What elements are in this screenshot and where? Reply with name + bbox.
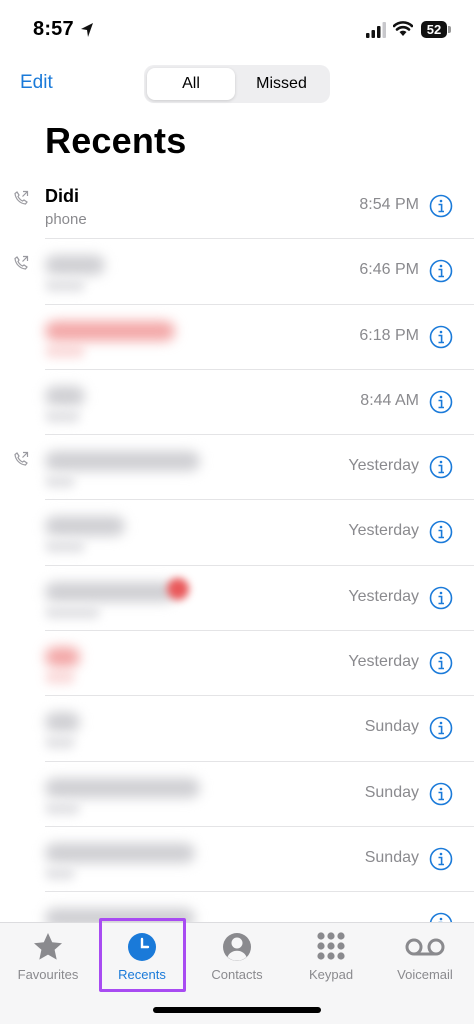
call-type-label: phone — [45, 211, 87, 228]
call-time: Sunday — [364, 783, 419, 801]
cellular-signal-icon — [366, 22, 386, 38]
call-time: Yesterday — [348, 653, 419, 671]
blurred-contact-name — [45, 255, 105, 276]
outgoing-call-icon — [14, 452, 29, 466]
blurred-contact-name — [45, 842, 195, 863]
recent-call-row[interactable]: Yesterday — [0, 566, 474, 632]
info-icon[interactable] — [429, 651, 453, 675]
person-icon — [223, 933, 251, 961]
call-time: 6:46 PM — [359, 261, 419, 279]
blurred-contact-name — [45, 712, 80, 733]
recent-call-row[interactable]: Yesterday — [0, 435, 474, 501]
blurred-call-type — [45, 605, 100, 619]
info-icon[interactable] — [429, 194, 453, 218]
recent-call-row[interactable]: Sunday — [0, 696, 474, 762]
battery-level: 52 — [421, 21, 447, 38]
blurred-call-type — [45, 736, 75, 750]
tab-label-voicemail: Voicemail — [397, 967, 453, 982]
recent-call-row[interactable]: Yesterday — [0, 631, 474, 697]
info-icon[interactable] — [429, 782, 453, 806]
recent-call-row[interactable]: Didi phone 8:54 PM — [0, 174, 474, 240]
info-icon[interactable] — [429, 586, 453, 610]
recent-call-row[interactable]: 6:18 PM — [0, 305, 474, 371]
home-indicator[interactable] — [153, 1007, 321, 1013]
call-time: 6:18 PM — [359, 326, 419, 344]
recents-list: Didi phone 8:54 PM 6:46 PM 6:18 PM 8:44 AM Yes… — [0, 174, 474, 958]
blurred-call-type — [45, 344, 85, 358]
tab-keypad[interactable]: Keypad — [284, 923, 378, 991]
blurred-contact-name — [45, 581, 175, 602]
recent-call-row[interactable]: Yesterday — [0, 500, 474, 567]
battery-icon: 52 — [421, 21, 451, 38]
call-time: Yesterday — [348, 522, 419, 540]
filter-segmented-control: All Missed — [144, 65, 330, 103]
info-icon[interactable] — [429, 520, 453, 544]
wifi-icon — [393, 21, 413, 36]
recent-call-row[interactable]: Sunday — [0, 762, 474, 828]
segment-all[interactable]: All — [147, 68, 235, 100]
blurred-contact-name — [45, 385, 85, 406]
blurred-contact-name — [45, 777, 200, 798]
call-time: 8:44 AM — [360, 391, 419, 409]
blurred-call-type — [45, 540, 85, 554]
blurred-call-type — [45, 801, 80, 815]
outgoing-call-icon — [14, 256, 29, 270]
recents-tab-highlight — [99, 918, 186, 992]
voicemail-icon — [405, 938, 445, 956]
edit-button[interactable]: Edit — [20, 72, 53, 94]
outgoing-call-icon — [14, 190, 29, 205]
info-icon[interactable] — [429, 325, 453, 349]
tab-contacts[interactable]: Contacts — [190, 923, 284, 991]
blurred-call-type — [45, 279, 85, 293]
blurred-call-type — [45, 475, 75, 489]
tab-voicemail[interactable]: Voicemail — [378, 923, 472, 991]
star-icon — [34, 933, 62, 960]
page-title: Recents — [45, 120, 187, 161]
blurred-contact-name — [45, 320, 175, 341]
info-icon[interactable] — [429, 716, 453, 740]
recent-call-row[interactable]: Sunday — [0, 827, 474, 893]
call-time: 8:54 PM — [359, 196, 419, 213]
blurred-call-type — [45, 671, 75, 685]
call-time: Sunday — [364, 848, 419, 866]
blurred-call-type — [45, 409, 80, 423]
status-bar: 8:57 52 — [0, 0, 474, 62]
segment-missed[interactable]: Missed — [236, 68, 327, 100]
location-arrow-icon — [81, 23, 93, 37]
info-icon[interactable] — [429, 390, 453, 414]
blurred-contact-name — [45, 516, 125, 537]
call-time: Sunday — [364, 718, 419, 736]
contact-name: Didi — [45, 186, 79, 206]
tab-label-favourites: Favourites — [17, 967, 79, 982]
info-icon[interactable] — [429, 259, 453, 283]
recent-call-row[interactable]: 8:44 AM — [0, 370, 474, 436]
tab-favourites[interactable]: Favourites — [1, 923, 95, 991]
info-icon[interactable] — [429, 455, 453, 479]
status-time: 8:57 — [33, 18, 74, 40]
blurred-call-type — [45, 866, 75, 880]
blurred-contact-name — [45, 451, 200, 472]
call-time: Yesterday — [348, 587, 419, 605]
keypad-icon — [317, 932, 345, 960]
battery-tip — [448, 26, 451, 33]
recent-call-row[interactable]: 6:46 PM — [0, 239, 474, 305]
blurred-badge — [167, 577, 189, 600]
tab-label-keypad: Keypad — [308, 967, 354, 982]
tab-label-contacts: Contacts — [211, 967, 263, 982]
info-icon[interactable] — [429, 847, 453, 871]
call-time: Yesterday — [348, 457, 419, 475]
blurred-contact-name — [45, 647, 80, 668]
